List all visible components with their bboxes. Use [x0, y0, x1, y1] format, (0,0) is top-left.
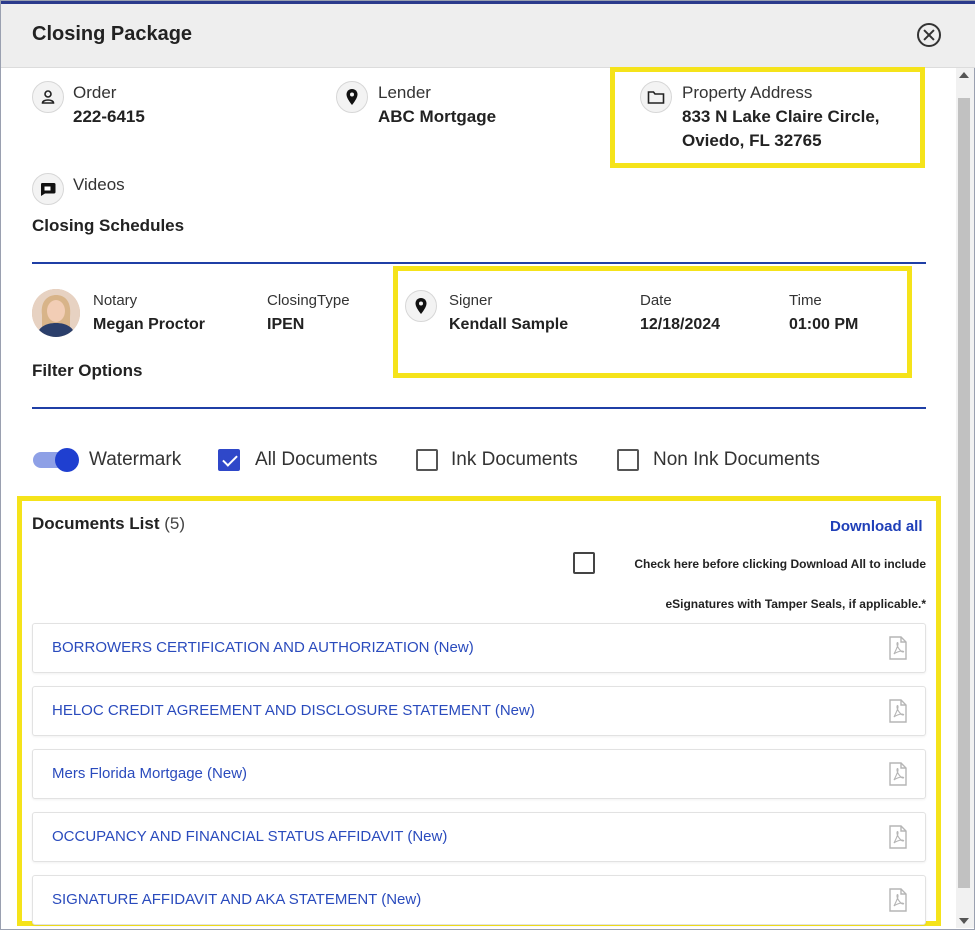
toggle-knob — [55, 448, 79, 472]
non-ink-documents-label: Non Ink Documents — [653, 449, 820, 470]
scroll-down-arrow-icon[interactable] — [959, 918, 969, 924]
signer-value: Kendall Sample — [449, 316, 569, 333]
signer-label: Signer — [449, 292, 493, 309]
scroll-thumb[interactable] — [958, 98, 970, 888]
section-divider — [32, 262, 926, 264]
lender-label: Lender — [378, 83, 431, 102]
folder-icon — [640, 81, 672, 113]
ink-documents-checkbox[interactable] — [416, 449, 438, 471]
pdf-icon[interactable] — [889, 888, 907, 912]
document-row[interactable]: SIGNATURE AFFIDAVIT AND AKA STATEMENT (N… — [32, 875, 926, 925]
watermark-label: Watermark — [89, 449, 182, 470]
document-name[interactable]: OCCUPANCY AND FINANCIAL STATUS AFFIDAVIT… — [52, 828, 447, 845]
pdf-icon[interactable] — [889, 825, 907, 849]
notary-value: Megan Proctor — [93, 316, 206, 333]
pdf-icon[interactable] — [889, 636, 907, 660]
location-pin-icon — [405, 290, 437, 322]
property-address-line2: Oviedo, FL 32765 — [682, 131, 822, 150]
document-name[interactable]: SIGNATURE AFFIDAVIT AND AKA STATEMENT (N… — [52, 891, 421, 908]
ink-documents-label: Ink Documents — [451, 449, 578, 470]
documents-count: (5) — [164, 514, 186, 533]
tamper-seal-checkbox[interactable] — [573, 552, 595, 574]
order-label: Order — [73, 83, 117, 102]
all-documents-checkbox[interactable] — [218, 449, 240, 471]
dialog-title: Closing Package — [32, 23, 193, 45]
video-chat-icon[interactable] — [32, 173, 64, 205]
document-name[interactable]: BORROWERS CERTIFICATION AND AUTHORIZATIO… — [52, 639, 474, 656]
date-value: 12/18/2024 — [640, 316, 721, 333]
vertical-scrollbar[interactable] — [956, 68, 974, 928]
section-divider — [32, 407, 926, 409]
person-icon — [32, 81, 64, 113]
document-row[interactable]: OCCUPANCY AND FINANCIAL STATUS AFFIDAVIT… — [32, 812, 926, 862]
lender-value: ABC Mortgage — [378, 107, 497, 126]
documents-list-title: Documents List — [32, 514, 160, 533]
pdf-icon[interactable] — [889, 762, 907, 786]
tamper-note-line1: Check here before clicking Download All … — [634, 557, 926, 571]
dialog-header: Closing Package — [1, 4, 975, 68]
location-pin-icon — [336, 81, 368, 113]
property-address-line1: 833 N Lake Claire Circle, — [682, 107, 880, 126]
document-row[interactable]: BORROWERS CERTIFICATION AND AUTHORIZATIO… — [32, 623, 926, 673]
closing-schedules-heading: Closing Schedules — [32, 216, 185, 235]
filter-options-heading: Filter Options — [32, 361, 143, 380]
property-address-label: Property Address — [682, 83, 813, 102]
tamper-note-line2: eSignatures with Tamper Seals, if applic… — [665, 597, 926, 611]
document-row[interactable]: HELOC CREDIT AGREEMENT AND DISCLOSURE ST… — [32, 686, 926, 736]
scroll-up-arrow-icon[interactable] — [959, 72, 969, 78]
watermark-toggle[interactable] — [33, 448, 79, 472]
notary-avatar — [32, 289, 80, 337]
close-icon[interactable] — [917, 23, 941, 47]
closing-package-dialog: Closing Package Order 222-6415 Lender AB… — [0, 0, 975, 930]
download-all-link[interactable]: Download all — [830, 518, 923, 535]
all-documents-label: All Documents — [255, 449, 378, 470]
closing-type-value: IPEN — [267, 316, 305, 333]
document-name[interactable]: HELOC CREDIT AGREEMENT AND DISCLOSURE ST… — [52, 702, 535, 719]
order-value: 222-6415 — [73, 107, 145, 126]
closing-type-label: ClosingType — [267, 292, 350, 309]
videos-link[interactable]: Videos — [73, 175, 125, 195]
date-label: Date — [640, 292, 672, 309]
time-label: Time — [789, 292, 822, 309]
notary-label: Notary — [93, 292, 138, 309]
document-name[interactable]: Mers Florida Mortgage (New) — [52, 765, 247, 782]
pdf-icon[interactable] — [889, 699, 907, 723]
time-value: 01:00 PM — [789, 316, 859, 333]
document-row[interactable]: Mers Florida Mortgage (New) — [32, 749, 926, 799]
documents-list-heading: Documents List (5) — [32, 514, 185, 534]
non-ink-documents-checkbox[interactable] — [617, 449, 639, 471]
